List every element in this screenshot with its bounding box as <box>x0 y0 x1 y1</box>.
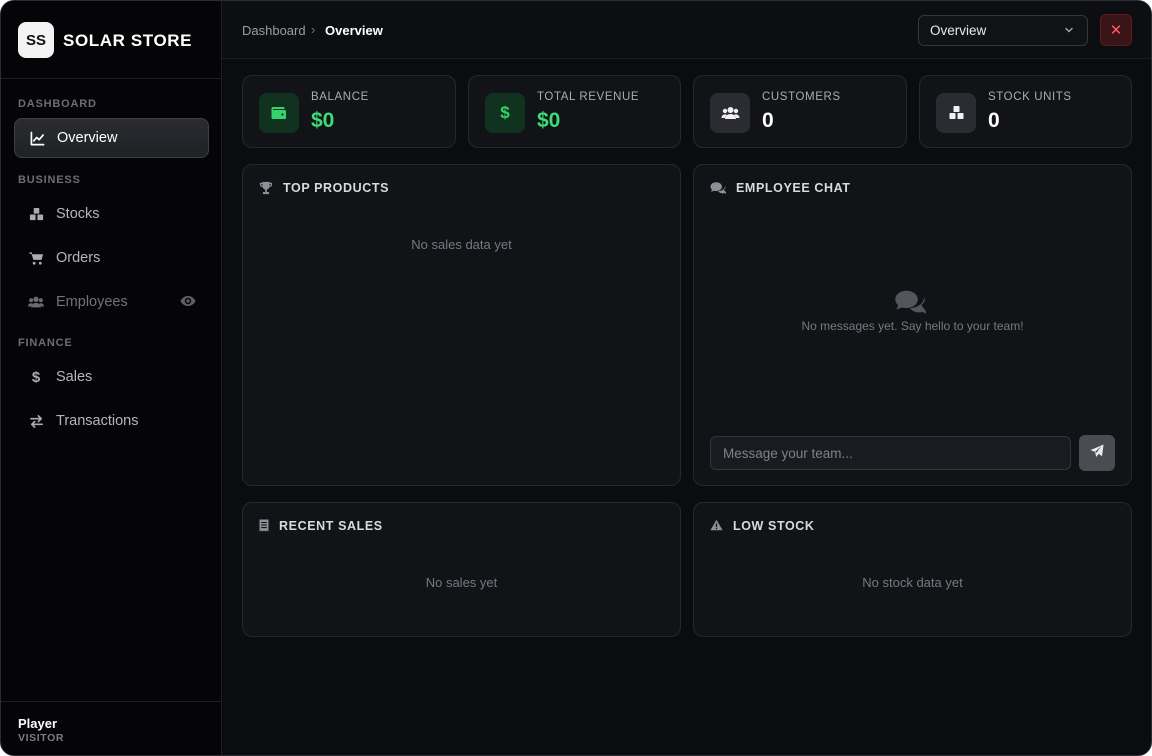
panel-title: RECENT SALES <box>259 519 383 533</box>
header: Dashboard › Overview Overview ✕ <box>222 1 1151 59</box>
sidebar-item-overview[interactable]: Overview <box>14 118 209 158</box>
close-icon: ✕ <box>1109 22 1123 39</box>
sidebar: SS SOLAR STORE DASHBOARD Overview BUSINE… <box>1 1 222 755</box>
panel-title-text: RECENT SALES <box>279 519 383 533</box>
brand-logo: SS <box>18 22 54 58</box>
users-icon <box>710 93 750 133</box>
brand: SS SOLAR STORE <box>1 1 221 79</box>
sidebar-item-orders[interactable]: Orders <box>14 238 209 278</box>
app-window: SS SOLAR STORE DASHBOARD Overview BUSINE… <box>0 0 1152 756</box>
panel-employee-chat: EMPLOYEE CHAT No messages yet. Say hello… <box>693 164 1132 486</box>
panel-title-text: EMPLOYEE CHAT <box>736 181 851 195</box>
empty-state-text: No sales data yet <box>411 237 512 252</box>
send-button[interactable] <box>1079 435 1115 471</box>
trophy-icon <box>259 181 273 195</box>
panel-title: TOP PRODUCTS <box>259 181 389 195</box>
eye-icon[interactable] <box>180 294 196 310</box>
sidebar-item-label: Employees <box>56 294 128 310</box>
panel-low-stock: LOW STOCK No stock data yet <box>693 502 1132 637</box>
chevron-right-icon: › <box>311 22 316 37</box>
message-input[interactable] <box>710 436 1071 470</box>
stat-card-stock-units: STOCK UNITS 0 <box>919 75 1132 148</box>
dollar-icon: $ <box>31 368 41 386</box>
comments-icon <box>710 181 726 195</box>
breadcrumb-dashboard[interactable]: Dashboard <box>242 23 306 38</box>
paper-plane-icon <box>1090 443 1104 463</box>
stat-card-customers: CUSTOMERS 0 <box>693 75 907 148</box>
section-label-dashboard: DASHBOARD <box>18 98 97 110</box>
close-button[interactable]: ✕ <box>1100 14 1132 46</box>
sidebar-item-label: Orders <box>56 250 101 266</box>
chevron-down-icon <box>1063 24 1075 36</box>
exchange-icon <box>28 413 44 429</box>
stat-value: 0 <box>762 109 774 132</box>
panel-recent-sales: RECENT SALES No sales yet <box>242 502 681 637</box>
sidebar-item-employees[interactable]: Employees <box>14 282 209 322</box>
stat-value: 0 <box>988 109 1000 132</box>
empty-state-text: No sales yet <box>425 575 498 590</box>
user-role: VISITOR <box>18 732 65 744</box>
panel-title: EMPLOYEE CHAT <box>710 181 851 195</box>
boxes-icon <box>28 206 44 222</box>
sidebar-item-transactions[interactable]: Transactions <box>14 401 209 441</box>
user-name: Player <box>18 716 58 731</box>
users-icon <box>28 294 44 310</box>
stat-value: $0 <box>537 109 561 132</box>
panel-title-text: LOW STOCK <box>733 519 815 533</box>
view-select[interactable]: Overview <box>918 15 1088 46</box>
brand-name: SOLAR STORE <box>63 31 193 50</box>
panel-title-text: TOP PRODUCTS <box>283 181 390 195</box>
warning-icon <box>710 519 723 533</box>
comments-icon <box>894 289 927 315</box>
wallet-icon <box>259 93 299 133</box>
breadcrumb-overview: Overview <box>325 23 383 38</box>
cart-icon <box>28 250 44 266</box>
boxes-icon <box>936 93 976 133</box>
stat-label: STOCK UNITS <box>988 91 1072 103</box>
view-select-value: Overview <box>930 23 987 38</box>
dollar-icon: $ <box>485 93 525 133</box>
section-label-finance: FINANCE <box>18 337 73 349</box>
empty-state-text: No messages yet. Say hello to your team! <box>801 319 1024 333</box>
user-profile[interactable]: Player VISITOR <box>1 701 221 755</box>
stat-label: BALANCE <box>311 91 369 103</box>
stat-card-total-revenue: $ TOTAL REVENUE $0 <box>468 75 681 148</box>
sidebar-item-stocks[interactable]: Stocks <box>14 194 209 234</box>
stat-label: CUSTOMERS <box>762 91 841 103</box>
empty-state-text: No stock data yet <box>862 575 963 590</box>
section-label-business: BUSINESS <box>18 174 81 186</box>
stat-value: $0 <box>311 109 335 132</box>
receipt-icon <box>259 519 269 533</box>
sidebar-item-label: Stocks <box>56 206 100 222</box>
stat-card-balance: BALANCE $0 <box>242 75 456 148</box>
stat-label: TOTAL REVENUE <box>537 91 640 103</box>
sidebar-item-label: Sales <box>56 369 93 385</box>
sidebar-item-label: Transactions <box>56 413 139 429</box>
sidebar-item-label: Overview <box>57 130 118 146</box>
panel-top-products: TOP PRODUCTS No sales data yet <box>242 164 681 486</box>
panel-title: LOW STOCK <box>710 519 815 533</box>
sidebar-item-sales[interactable]: $ Sales <box>14 357 209 397</box>
chart-line-icon <box>29 130 45 146</box>
